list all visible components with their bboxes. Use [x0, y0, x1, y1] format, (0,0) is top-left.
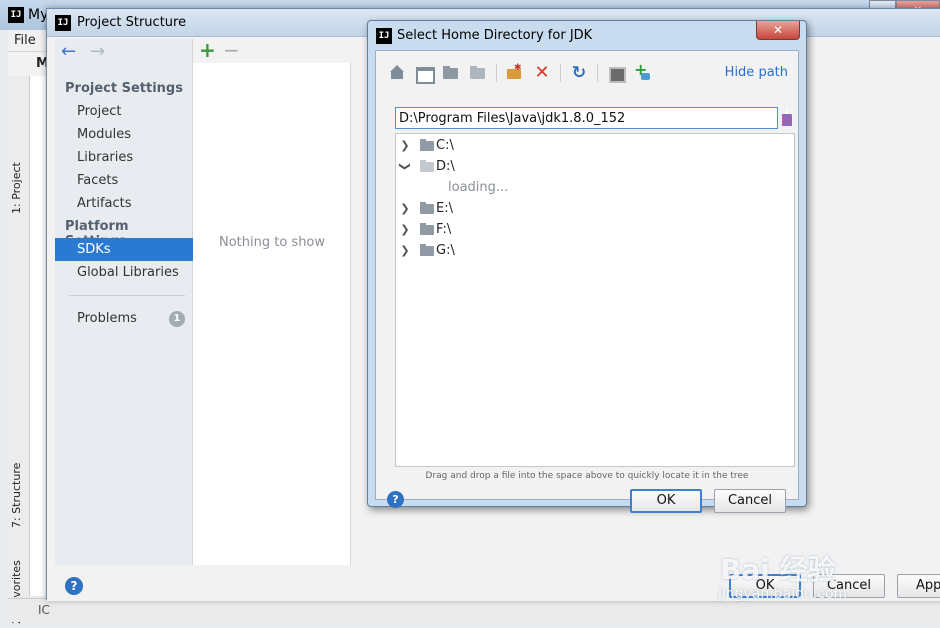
toolbar-separator: [560, 64, 561, 82]
apply-button[interactable]: App: [897, 574, 940, 598]
tree-node-e[interactable]: ❯ E:\: [396, 198, 794, 219]
tool-window-project[interactable]: 1: Project: [10, 162, 23, 214]
back-arrow-icon[interactable]: ←: [61, 43, 76, 61]
tree-node-label: E:\: [436, 201, 453, 216]
toolbar-separator: [496, 64, 497, 82]
path-history-icon[interactable]: [780, 107, 794, 127]
intellij-logo-icon: IJ: [55, 15, 71, 31]
hide-path-link[interactable]: Hide path: [725, 65, 788, 80]
remove-icon[interactable]: −: [223, 39, 240, 61]
chevron-right-icon[interactable]: ❯: [400, 135, 410, 156]
chevron-right-icon[interactable]: ❯: [400, 219, 410, 240]
sidebar-item-artifacts[interactable]: Artifacts: [55, 192, 193, 215]
tree-node-label: C:\: [436, 138, 454, 153]
add-library-icon[interactable]: [634, 60, 652, 82]
select-jdk-dialog: IJ Select Home Directory for JDK ✕ ✕ ↻ H…: [367, 20, 807, 513]
dialog-title: Select Home Directory for JDK: [397, 28, 593, 43]
drive-icon: [420, 139, 434, 151]
problems-label: Problems: [77, 311, 137, 326]
sidebar-item-project[interactable]: Project: [55, 100, 193, 123]
loading-text: loading...: [448, 180, 509, 195]
tree-loading-row: loading...: [396, 177, 794, 198]
new-folder-icon[interactable]: [506, 63, 524, 82]
show-hidden-icon[interactable]: [607, 64, 626, 83]
toolbar-separator: [597, 64, 598, 82]
tree-node-label: F:\: [436, 222, 452, 237]
help-icon[interactable]: ?: [387, 491, 404, 508]
chevron-right-icon[interactable]: ❯: [400, 240, 410, 261]
baidu-watermark-url: jingyan.baidu.com: [718, 586, 848, 602]
sidebar-item-facets[interactable]: Facets: [55, 169, 193, 192]
sidebar-item-problems[interactable]: Problems 1: [55, 307, 193, 330]
intellij-logo-icon: IJ: [376, 28, 392, 44]
tree-node-d[interactable]: ❯ D:\: [396, 156, 794, 177]
chevron-down-icon[interactable]: ❯: [395, 162, 416, 172]
dialog-body: ✕ ↻ Hide path ❯ C:\ ❯ D:\ loading...: [375, 50, 799, 513]
help-icon[interactable]: ?: [65, 577, 83, 595]
dialog-cancel-button[interactable]: Cancel: [714, 489, 786, 513]
sdk-list-panel: + − Nothing to show: [193, 39, 351, 565]
dialog-titlebar: IJ Select Home Directory for JDK ✕: [368, 21, 806, 49]
tree-node-g[interactable]: ❯ G:\: [396, 240, 794, 261]
close-icon[interactable]: ✕: [756, 21, 800, 40]
tree-node-label: G:\: [436, 243, 455, 258]
add-icon[interactable]: +: [199, 39, 216, 61]
drive-icon: [420, 160, 434, 172]
status-text: IC: [38, 603, 50, 617]
baidu-watermark-logo: Bai 经验: [720, 553, 836, 586]
menu-file[interactable]: File: [14, 33, 36, 48]
drive-icon: [420, 223, 434, 235]
file-tree[interactable]: ❯ C:\ ❯ D:\ loading... ❯ E:\ ❯ F:\ ❯ G:\: [395, 133, 795, 467]
file-chooser-toolbar: ✕ ↻: [388, 60, 661, 85]
sidebar-item-sdks[interactable]: SDKs: [55, 238, 193, 261]
path-input[interactable]: [395, 107, 778, 129]
desktop-icon[interactable]: [415, 64, 435, 84]
drive-icon: [420, 244, 434, 256]
home-icon[interactable]: [388, 64, 406, 82]
tree-node-f[interactable]: ❯ F:\: [396, 219, 794, 240]
sidebar-item-libraries[interactable]: Libraries: [55, 146, 193, 169]
delete-icon[interactable]: ✕: [533, 64, 551, 82]
project-folder-icon[interactable]: [442, 64, 460, 82]
sidebar-item-modules[interactable]: Modules: [55, 123, 193, 146]
tool-window-structure[interactable]: 7: Structure: [10, 463, 23, 528]
intellij-logo-icon: IJ: [8, 7, 24, 23]
dialog-ok-button[interactable]: OK: [630, 489, 702, 513]
drag-drop-hint: Drag and drop a file into the space abov…: [425, 471, 749, 481]
sdk-list-toolbar: + −: [193, 39, 351, 63]
sidebar-item-global-libraries[interactable]: Global Libraries: [55, 261, 193, 284]
empty-list-message: Nothing to show: [218, 235, 326, 250]
problems-count-badge: 1: [169, 311, 185, 327]
module-folder-icon[interactable]: [469, 64, 487, 82]
navigation-buttons: ← →: [61, 43, 105, 61]
forward-arrow-icon[interactable]: →: [90, 43, 105, 61]
tree-node-c[interactable]: ❯ C:\: [396, 135, 794, 156]
project-structure-title: Project Structure: [77, 15, 187, 30]
chevron-right-icon[interactable]: ❯: [400, 198, 410, 219]
drive-icon: [420, 202, 434, 214]
refresh-icon[interactable]: ↻: [570, 64, 588, 82]
settings-sidebar: ← → Project Settings Project Modules Lib…: [55, 39, 193, 565]
section-project-settings: Project Settings: [65, 81, 183, 96]
tool-window-strip: 1: Project 7: Structure 2: Favorites: [8, 76, 30, 624]
tree-node-label: D:\: [436, 159, 455, 174]
sidebar-divider: [69, 295, 185, 296]
